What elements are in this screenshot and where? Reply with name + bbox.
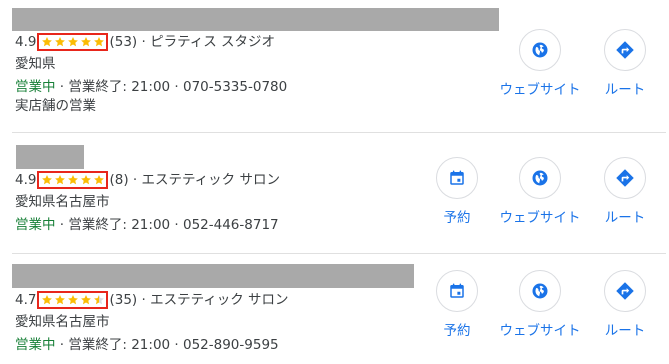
hours-row: 営業中 · 営業終了: 21:00 · 070-5335-0780 [15, 78, 287, 96]
stars-highlight [37, 291, 109, 309]
redacted-title [16, 145, 84, 169]
star-icon [94, 295, 104, 305]
open-status: 営業中 [15, 217, 56, 233]
star-rating [40, 292, 105, 308]
star-icon [94, 175, 104, 185]
website-label: ウェブサイト [499, 210, 581, 226]
globe-icon [531, 282, 549, 300]
rating-value: 4.9 [15, 172, 37, 188]
hours-phone: · 営業終了: 21:00 · 070-5335-0780 [55, 79, 288, 95]
directions-icon [615, 168, 635, 188]
hours-row: 営業中 · 営業終了: 21:00 · 052-890-9595 [15, 336, 279, 354]
reserve-circle[interactable] [436, 270, 478, 312]
star-icon [81, 37, 91, 47]
storefront-note: 実店舗の営業 [15, 98, 96, 114]
rating-row: 4.9 (8) · エステティック サロン [15, 171, 280, 189]
calendar-icon [448, 169, 466, 187]
website-label: ウェブサイト [499, 82, 581, 98]
route-circle[interactable] [604, 270, 646, 312]
review-count[interactable]: (35) [109, 292, 137, 308]
stars-highlight [37, 33, 109, 51]
listing-3[interactable]: 4.7 (35) · エステティック サロン 愛知県名古屋市 営業中 · 営業終了… [0, 254, 669, 364]
route-circle[interactable] [604, 157, 646, 199]
rating-row: 4.9 (53) · ピラティス スタジオ [15, 33, 276, 51]
website-circle[interactable] [519, 29, 561, 71]
reserve-button[interactable]: 予約 [412, 270, 502, 339]
directions-icon [615, 40, 635, 60]
reserve-label: 予約 [443, 323, 471, 339]
listing-1[interactable]: 4.9 (53) · ピラティス スタジオ 愛知県 営業中 · 営業終了: 21:… [0, 0, 669, 132]
reserve-button[interactable]: 予約 [412, 157, 502, 226]
reserve-label: 予約 [443, 210, 471, 226]
open-status: 営業中 [15, 79, 56, 95]
star-icon [55, 37, 65, 47]
hours-phone: · 営業終了: 21:00 · 052-446-8717 [55, 217, 279, 233]
route-button[interactable]: ルート [580, 270, 669, 339]
globe-icon [531, 41, 549, 59]
star-rating [40, 172, 105, 188]
website-button[interactable]: ウェブサイト [495, 270, 585, 339]
rating-row: 4.7 (35) · エステティック サロン [15, 291, 289, 309]
website-label: ウェブサイト [499, 323, 581, 339]
category: エステティック サロン [141, 172, 280, 188]
address: 愛知県名古屋市 [15, 314, 110, 330]
hours-phone: · 営業終了: 21:00 · 052-890-9595 [55, 337, 279, 353]
category: ピラティス スタジオ [150, 34, 276, 50]
star-icon [42, 175, 52, 185]
star-icon [55, 175, 65, 185]
route-button[interactable]: ルート [580, 157, 669, 226]
route-button[interactable]: ルート [580, 29, 669, 98]
open-status: 営業中 [15, 337, 56, 353]
star-icon [55, 295, 65, 305]
star-icon [68, 37, 78, 47]
star-icon [42, 295, 52, 305]
globe-icon [531, 169, 549, 187]
star-icon [68, 175, 78, 185]
listing-2[interactable]: 4.9 (8) · エステティック サロン 愛知県名古屋市 営業中 · 営業終了:… [0, 133, 669, 253]
stars-highlight [37, 171, 109, 189]
review-count[interactable]: (53) [109, 34, 137, 50]
rating-value: 4.7 [15, 292, 37, 308]
route-label: ルート [604, 210, 646, 226]
directions-icon [615, 281, 635, 301]
hours-row: 営業中 · 営業終了: 21:00 · 052-446-8717 [15, 216, 279, 234]
address: 愛知県名古屋市 [15, 194, 110, 210]
calendar-icon [448, 282, 466, 300]
route-label: ルート [604, 323, 646, 339]
website-button[interactable]: ウェブサイト [495, 157, 585, 226]
redacted-title [12, 264, 414, 288]
rating-value: 4.9 [15, 34, 37, 50]
star-rating [40, 34, 105, 50]
star-icon [81, 175, 91, 185]
website-button[interactable]: ウェブサイト [495, 29, 585, 98]
star-icon [81, 295, 91, 305]
category: エステティック サロン [150, 292, 289, 308]
review-count[interactable]: (8) [109, 172, 128, 188]
route-circle[interactable] [604, 29, 646, 71]
website-circle[interactable] [519, 157, 561, 199]
redacted-title [12, 8, 499, 31]
reserve-circle[interactable] [436, 157, 478, 199]
route-label: ルート [604, 82, 646, 98]
star-icon [94, 37, 104, 47]
star-icon [42, 37, 52, 47]
star-icon [68, 295, 78, 305]
address: 愛知県 [15, 56, 56, 72]
website-circle[interactable] [519, 270, 561, 312]
